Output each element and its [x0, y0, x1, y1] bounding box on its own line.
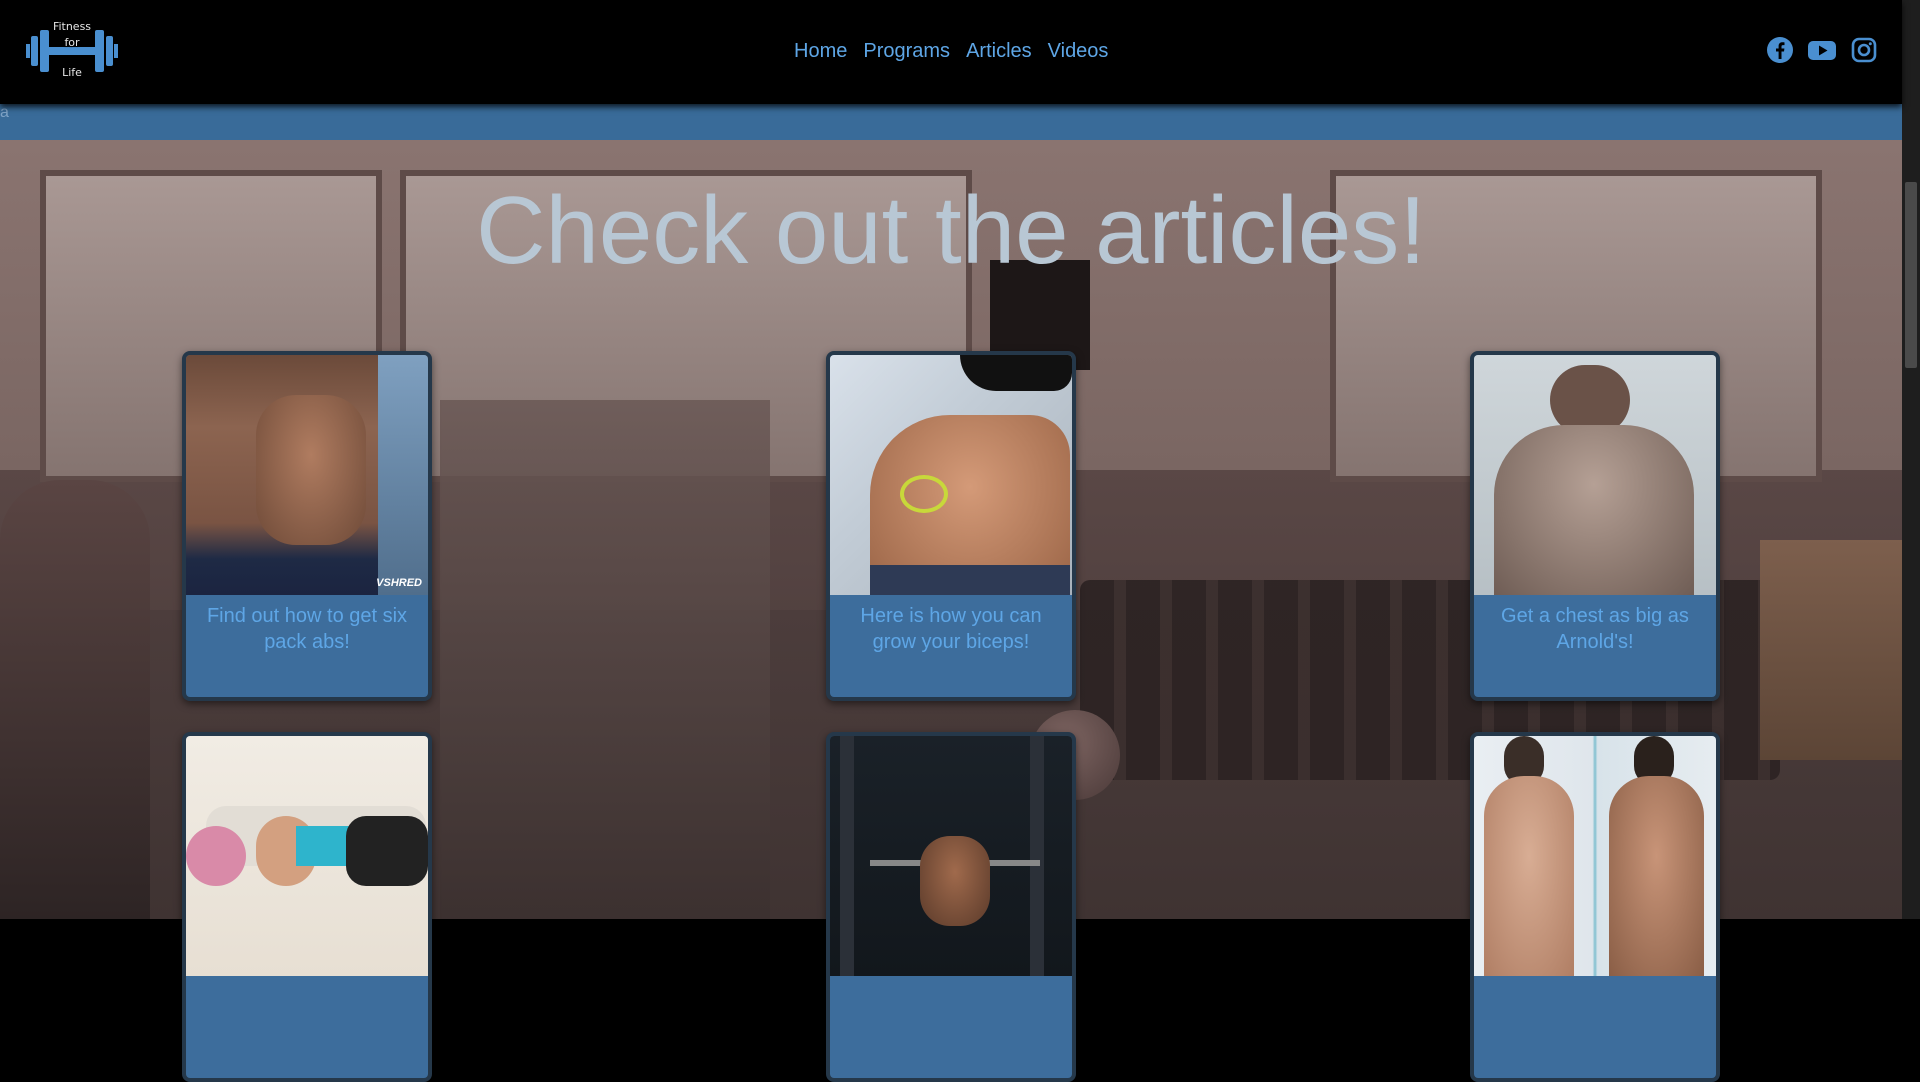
article-image-transformation — [1474, 736, 1716, 976]
article-card[interactable] — [1470, 732, 1720, 1082]
article-image-chest — [1474, 355, 1716, 595]
article-card[interactable]: Here is how you can grow your biceps! — [826, 351, 1076, 701]
facebook-icon[interactable] — [1766, 36, 1794, 64]
towel-cabinet — [1760, 540, 1902, 760]
logo-text-line-2: for — [64, 36, 80, 49]
article-caption: Get a chest as big as Arnold's! — [1501, 605, 1689, 653]
social-links — [1766, 36, 1878, 64]
main-nav: Home Programs Articles Videos — [794, 38, 1108, 64]
article-caption: Find out how to get six pack abs! — [206, 605, 408, 653]
exercise-bike — [0, 480, 150, 919]
youtube-icon[interactable] — [1808, 36, 1836, 64]
article-card[interactable] — [182, 732, 432, 1082]
nav-videos[interactable]: Videos — [1048, 38, 1109, 64]
scrollbar-thumb[interactable] — [1905, 182, 1917, 368]
article-image-workout — [186, 736, 428, 976]
article-image-abs: VSHRED — [186, 355, 428, 595]
gym-machine — [440, 400, 770, 919]
nav-home[interactable]: Home — [794, 38, 847, 64]
info-strip: a — [0, 104, 1902, 140]
nav-programs[interactable]: Programs — [863, 38, 950, 64]
strip-text: a — [0, 104, 9, 121]
site-logo[interactable]: Fitness for Life — [26, 16, 118, 82]
article-image-biceps — [830, 355, 1072, 595]
instagram-icon[interactable] — [1850, 36, 1878, 64]
article-caption: Here is how you can grow your biceps! — [860, 605, 1042, 653]
page-title: Check out the articles! — [476, 177, 1426, 284]
card-badge: VSHRED — [376, 577, 422, 589]
nav-articles[interactable]: Articles — [966, 38, 1032, 64]
page-scrollbar[interactable] — [1902, 0, 1920, 919]
article-image-squat — [830, 736, 1072, 976]
article-card[interactable]: Get a chest as big as Arnold's! — [1470, 351, 1720, 701]
site-header: Fitness for Life Home Programs Articles … — [0, 0, 1902, 104]
logo-text-line-1: Fitness — [52, 20, 92, 33]
article-card[interactable] — [826, 732, 1076, 1082]
logo-text-line-3: Life — [62, 66, 82, 79]
article-card[interactable]: VSHRED Find out how to get six pack abs! — [182, 351, 432, 701]
